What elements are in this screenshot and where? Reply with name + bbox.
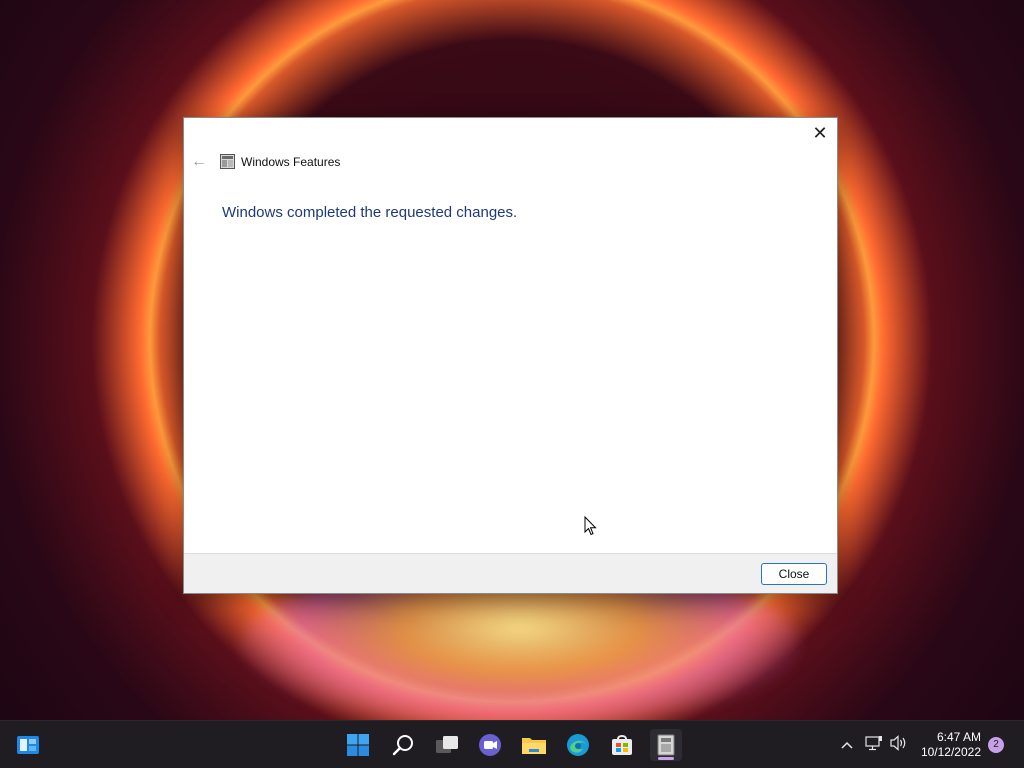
taskbar: 6:47 AM 10/12/2022 2 xyxy=(0,720,1024,768)
dialog-footer: Close xyxy=(184,553,837,593)
close-button[interactable]: Close xyxy=(761,563,827,585)
notification-badge[interactable]: 2 xyxy=(988,737,1004,753)
chat-icon[interactable] xyxy=(474,729,506,761)
windows-features-taskbar-button[interactable] xyxy=(650,729,682,761)
back-arrow-icon[interactable]: ← xyxy=(191,154,207,170)
completion-message: Windows completed the requested changes. xyxy=(222,204,518,221)
mouse-cursor-icon xyxy=(584,516,597,536)
active-window-indicator xyxy=(658,757,674,760)
clock-time: 6:47 AM xyxy=(936,730,981,744)
task-view-icon[interactable] xyxy=(431,729,463,761)
dialog-title: Windows Features xyxy=(241,155,341,169)
store-icon[interactable] xyxy=(606,729,638,761)
clock[interactable]: 6:47 AM 10/12/2022 xyxy=(921,730,981,760)
windows-features-dialog: ✕ ← Windows Features Windows completed t… xyxy=(183,117,838,594)
close-icon[interactable]: ✕ xyxy=(811,124,829,142)
volume-icon[interactable] xyxy=(889,735,909,755)
start-icon[interactable] xyxy=(342,729,374,761)
widgets-icon[interactable] xyxy=(12,729,44,761)
network-icon[interactable] xyxy=(864,735,884,755)
show-hidden-icons-chevron-icon[interactable] xyxy=(837,735,857,755)
windows-features-icon xyxy=(657,734,675,756)
edge-icon[interactable] xyxy=(562,729,594,761)
search-icon[interactable] xyxy=(387,729,419,761)
file-explorer-icon[interactable] xyxy=(518,729,550,761)
clock-date: 10/12/2022 xyxy=(920,745,981,759)
windows-features-icon xyxy=(220,154,235,169)
